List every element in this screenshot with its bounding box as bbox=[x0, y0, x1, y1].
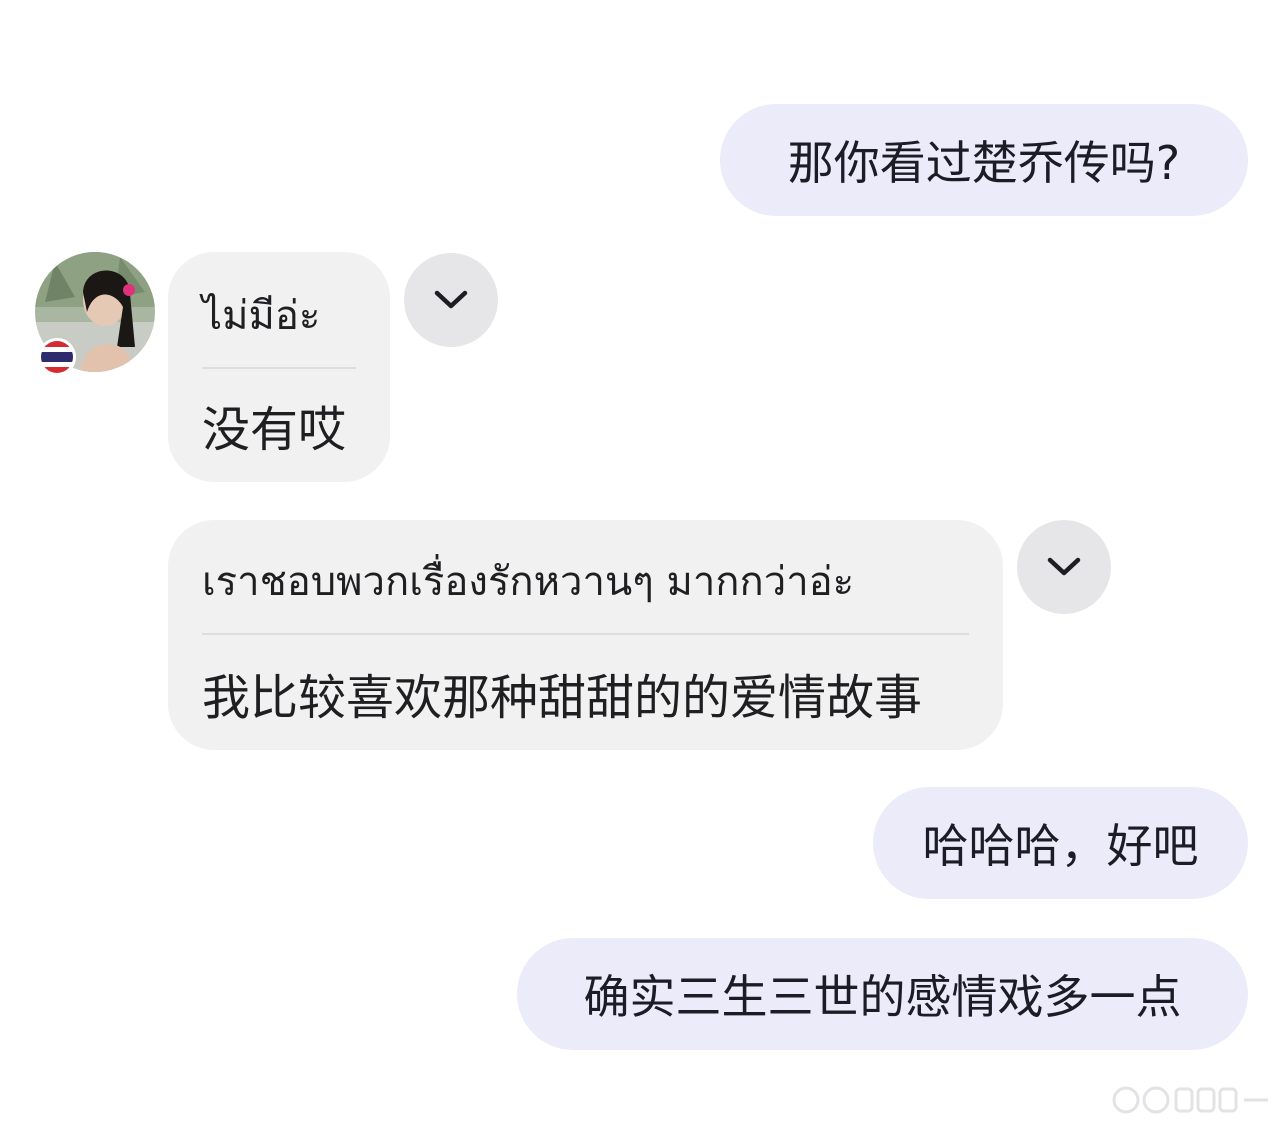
translation-divider bbox=[202, 633, 969, 635]
original-text: เราชอบพวกเรื่องรักหวานๆ มากกว่าอ่ะ bbox=[202, 559, 855, 605]
incoming-message-bubble[interactable]: ไม่มีอ่ะ 没有哎 bbox=[168, 252, 390, 482]
translated-text: 我比较喜欢那种甜甜的的爱情故事 bbox=[202, 670, 923, 726]
expand-translation-button[interactable] bbox=[404, 253, 498, 347]
thailand-flag-icon bbox=[38, 338, 76, 376]
outgoing-message-bubble[interactable]: 哈哈哈，好吧 bbox=[873, 787, 1248, 899]
translation-divider bbox=[202, 367, 356, 369]
expand-translation-button[interactable] bbox=[1017, 520, 1111, 614]
outgoing-message-bubble[interactable]: 那你看过楚乔传吗? bbox=[720, 104, 1248, 216]
original-text: ไม่มีอ่ะ bbox=[202, 293, 321, 339]
message-text: 哈哈哈，好吧 bbox=[922, 819, 1199, 873]
message-text: 那你看过楚乔传吗? bbox=[787, 136, 1181, 190]
outgoing-message-bubble[interactable]: 确实三生三世的感情戏多一点 bbox=[517, 938, 1248, 1050]
watermark-logo bbox=[1108, 1085, 1273, 1115]
incoming-message-bubble[interactable]: เราชอบพวกเรื่องรักหวานๆ มากกว่าอ่ะ 我比较喜欢… bbox=[168, 520, 1003, 750]
chevron-down-icon bbox=[1047, 557, 1081, 576]
translated-text: 没有哎 bbox=[202, 402, 347, 458]
message-text: 确实三生三世的感情戏多一点 bbox=[583, 970, 1182, 1024]
chevron-down-icon bbox=[434, 290, 468, 309]
